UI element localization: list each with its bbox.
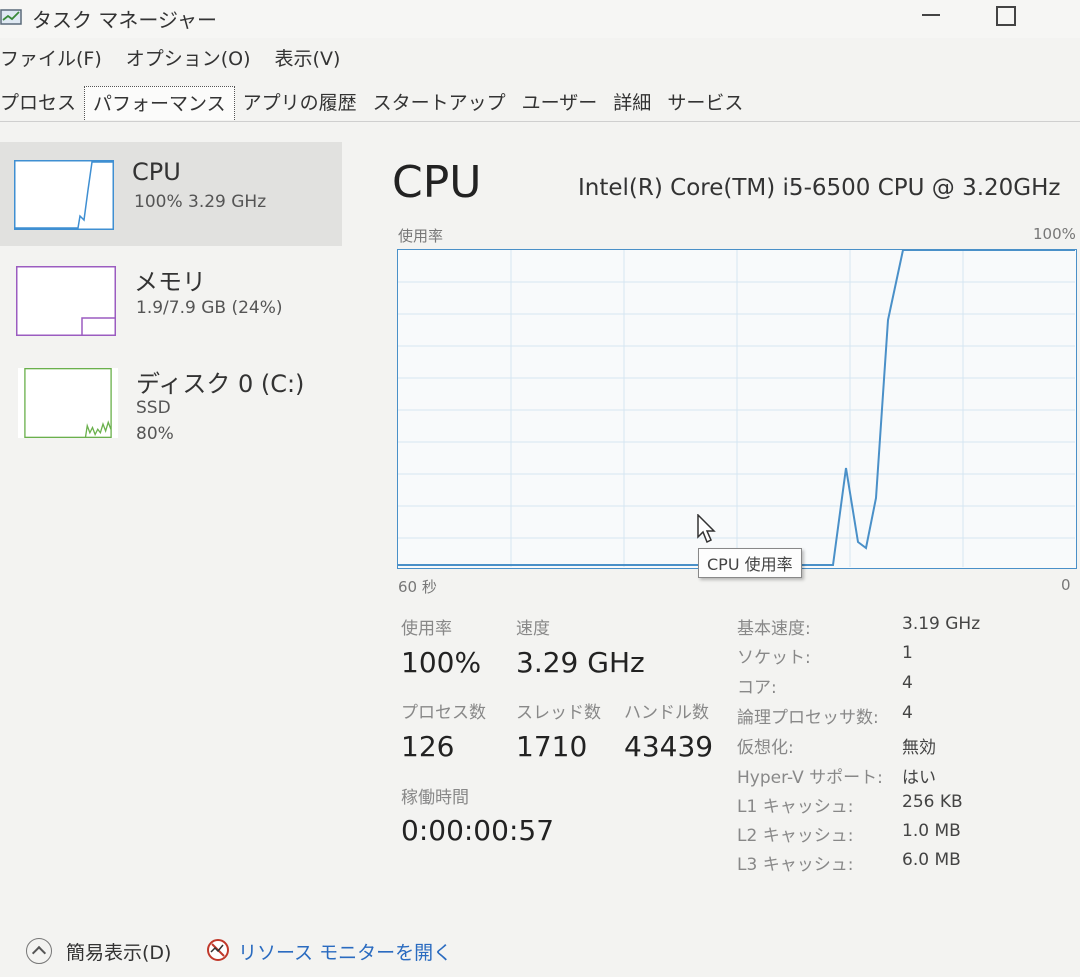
spec-label-cores: コア: [737, 678, 777, 698]
spec-label-l2-cache: L2 キャッシュ: [737, 826, 854, 846]
spec-value-hyperv: はい [902, 768, 936, 788]
handles-label: ハンドル数 [624, 703, 709, 723]
graph-x-right-label: 0 [1061, 576, 1071, 594]
graph-tooltip: CPU 使用率 [698, 548, 802, 578]
fewer-details-button[interactable]: 簡易表示(D) [66, 938, 171, 965]
tab-services[interactable]: サービス [659, 86, 751, 120]
memory-thumbnail-graph [16, 266, 116, 336]
resource-name: ディスク 0 (C:) [136, 370, 305, 398]
menu-file[interactable]: ファイル(F) [0, 44, 102, 76]
spec-label-hyperv: Hyper-V サポート: [737, 768, 883, 788]
uptime-label: 稼働時間 [401, 788, 469, 808]
graph-y-label: 使用率 [398, 227, 444, 245]
spec-label-base-speed: 基本速度: [737, 619, 811, 639]
spec-value-sockets: 1 [902, 643, 913, 663]
cpu-thumbnail-graph [14, 160, 114, 230]
page-title: CPU [392, 157, 482, 208]
maximize-button[interactable] [974, 0, 1034, 36]
spec-value-l3-cache: 6.0 MB [902, 850, 961, 870]
resource-detail: 100% 3.29 GHz [134, 192, 267, 212]
tab-app-history[interactable]: アプリの履歴 [235, 86, 365, 120]
spec-label-virtualization: 仮想化: [737, 738, 794, 758]
tab-bar: プロセス パフォーマンス アプリの履歴 スタートアップ ユーザー 詳細 サービス [0, 86, 1080, 122]
tab-details[interactable]: 詳細 [605, 86, 659, 120]
spec-value-base-speed: 3.19 GHz [902, 614, 981, 634]
title-bar: タスク マネージャー [0, 0, 1080, 38]
tab-users[interactable]: ユーザー [514, 86, 606, 120]
resource-item-memory[interactable]: メモリ 1.9/7.9 GB (24%) [0, 254, 342, 358]
chevron-up-icon[interactable] [26, 938, 52, 964]
speed-value: 3.29 GHz [516, 646, 645, 679]
open-resource-monitor-link[interactable]: リソース モニターを開く [238, 938, 452, 965]
menu-bar: ファイル(F) オプション(O) 表示(V) [0, 44, 364, 76]
spec-label-sockets: ソケット: [737, 648, 811, 668]
menu-view[interactable]: 表示(V) [275, 44, 341, 76]
spec-value-l1-cache: 256 KB [902, 792, 963, 812]
processes-label: プロセス数 [401, 703, 486, 723]
tab-processes[interactable]: プロセス [0, 86, 84, 120]
graph-y-max-label: 100% [1033, 225, 1076, 243]
cpu-model-name: Intel(R) Core(TM) i5-6500 CPU @ 3.20GHz [578, 175, 1061, 201]
spec-label-l1-cache: L1 キャッシュ: [737, 797, 854, 817]
menu-options[interactable]: オプション(O) [126, 44, 251, 76]
spec-label-logical-processors: 論理プロセッサ数: [737, 708, 879, 728]
usage-value: 100% [401, 646, 482, 679]
graph-x-left-label: 60 秒 [398, 578, 437, 596]
resource-monitor-icon [207, 939, 229, 961]
footer-bar: 簡易表示(D) リソース モニターを開く [0, 930, 1080, 970]
task-manager-icon [0, 9, 22, 25]
spec-value-cores: 4 [902, 673, 913, 693]
spec-value-l2-cache: 1.0 MB [902, 821, 961, 841]
tab-performance[interactable]: パフォーマンス [84, 86, 235, 120]
spec-label-l3-cache: L3 キャッシュ: [737, 855, 854, 875]
window-title: タスク マネージャー [32, 8, 217, 32]
disk-thumbnail-graph [18, 368, 118, 438]
spec-value-virtualization: 無効 [902, 738, 936, 758]
tab-startup[interactable]: スタートアップ [365, 86, 514, 120]
cpu-usage-graph[interactable] [397, 249, 1077, 569]
handles-value: 43439 [624, 730, 714, 763]
resource-percent: 80% [136, 424, 174, 444]
uptime-value: 0:00:00:57 [401, 814, 555, 847]
resource-name: CPU [132, 158, 181, 186]
resource-item-disk[interactable]: ディスク 0 (C:) SSD 80% [0, 358, 342, 462]
processes-value: 126 [401, 730, 455, 763]
threads-value: 1710 [516, 730, 588, 763]
resource-name: メモリ [134, 268, 206, 296]
spec-value-logical-processors: 4 [902, 703, 913, 723]
resource-detail: SSD [136, 398, 171, 418]
usage-label: 使用率 [401, 619, 452, 639]
resource-detail: 1.9/7.9 GB (24%) [136, 298, 283, 318]
threads-label: スレッド数 [516, 703, 601, 723]
minimize-button[interactable] [902, 0, 962, 36]
mouse-cursor-icon [697, 514, 716, 544]
resource-list: CPU 100% 3.29 GHz メモリ 1.9/7.9 GB (24%) デ… [0, 142, 342, 472]
speed-label: 速度 [516, 619, 550, 639]
cpu-usage-chart [398, 250, 1075, 567]
resource-item-cpu[interactable]: CPU 100% 3.29 GHz [0, 142, 342, 246]
